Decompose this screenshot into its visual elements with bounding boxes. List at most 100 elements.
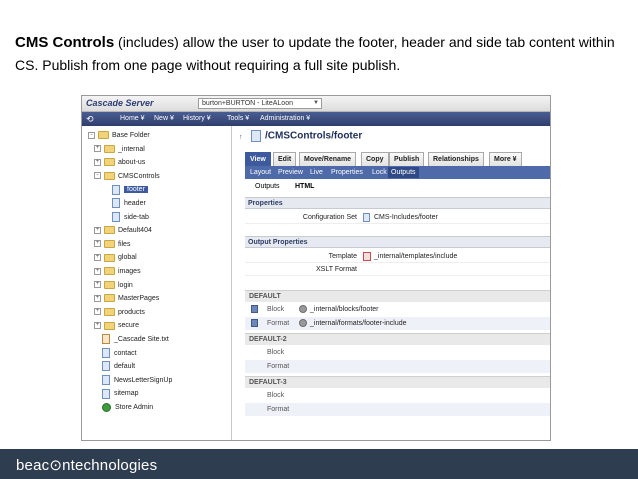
tree-item-label: images xyxy=(118,268,141,275)
block-icon xyxy=(251,303,258,316)
region-default-block: Block _internal/blocks/footer xyxy=(245,303,550,316)
tree-item[interactable]: + login xyxy=(94,280,133,292)
tab-more[interactable]: More ¥ xyxy=(489,152,522,166)
format-value-wrap[interactable]: _internal/formats/footer-include xyxy=(299,317,407,330)
format-icon xyxy=(251,317,258,330)
region-default3-format[interactable]: Format xyxy=(245,403,550,416)
tree-item[interactable]: footer xyxy=(112,184,148,196)
tree-item[interactable]: + _internal xyxy=(94,144,145,156)
tree-item[interactable]: + images xyxy=(94,266,141,278)
tree-item[interactable]: Store Admin xyxy=(102,402,153,414)
file-icon xyxy=(102,334,110,345)
block-label: Block xyxy=(267,349,285,356)
up-arrow-icon[interactable]: ↑ xyxy=(239,134,249,144)
main-nav: ⟲ Home ¥ New ¥ History ¥ Tools ¥ Adminis… xyxy=(82,112,550,126)
footer-bar: beac⊙ntechnologies xyxy=(0,449,638,479)
tree-item[interactable]: sitemap xyxy=(102,388,139,400)
subtab-preview[interactable]: Preview xyxy=(275,167,306,178)
nav-new[interactable]: New ¥ xyxy=(154,114,174,124)
region-default3-block[interactable]: Block xyxy=(245,389,550,402)
subtab-outputs[interactable]: Outputs xyxy=(388,167,419,178)
block-value-wrap[interactable]: _internal/blocks/footer xyxy=(299,303,378,316)
tab-relationships[interactable]: Relationships xyxy=(428,152,484,166)
tab-edit[interactable]: Edit xyxy=(273,152,297,166)
template-value-wrap[interactable]: _internal/templates/include xyxy=(363,251,457,263)
expand-icon[interactable]: + xyxy=(94,281,101,289)
tree-item[interactable]: + secure xyxy=(94,320,139,332)
expand-icon[interactable]: + xyxy=(94,322,101,330)
subtab-properties[interactable]: Properties xyxy=(328,167,366,178)
template-label: Template xyxy=(328,253,357,260)
tree-item-label: _Cascade Site.txt xyxy=(114,336,169,343)
tree-item[interactable]: _Cascade Site.txt xyxy=(102,334,169,346)
tree-item-label: files xyxy=(118,240,131,248)
tree-item[interactable]: - CMSControls xyxy=(94,171,160,183)
page-icon xyxy=(112,198,120,209)
tree-item[interactable]: default xyxy=(102,361,135,373)
page-icon xyxy=(112,184,120,195)
expand-icon[interactable]: + xyxy=(94,308,101,316)
tree-item[interactable]: header xyxy=(112,198,146,210)
cms-screenshot: Cascade Server burton+BURTON - LiteALoon… xyxy=(81,95,551,441)
expand-icon[interactable]: + xyxy=(94,294,101,302)
tree-item[interactable]: + global xyxy=(94,252,137,264)
region-default2-header: DEFAULT-2 xyxy=(245,333,550,345)
tree-item[interactable]: + files xyxy=(94,239,130,251)
tree-item[interactable]: contact xyxy=(102,347,137,360)
asset-path: ↑ /CMSControls/footer xyxy=(239,130,362,144)
tree-item-label: side-tab xyxy=(124,213,149,221)
xslt-row: XSLT Format xyxy=(245,264,550,276)
nav-home[interactable]: Home ¥ xyxy=(120,114,145,124)
beacon-technologies-logo: beac⊙ntechnologies xyxy=(16,457,158,474)
tree-item[interactable]: + Default404 xyxy=(94,225,152,237)
expand-icon[interactable]: + xyxy=(94,240,101,248)
tab-publish[interactable]: Publish xyxy=(389,152,425,166)
format-label: Format xyxy=(267,363,290,370)
tree-item[interactable]: NewsLetterSignUp xyxy=(102,374,172,387)
slide-heading: CMS Controls (includes) allow the user t… xyxy=(15,31,625,76)
nav-administration[interactable]: Administration ¥ xyxy=(260,114,310,124)
subtab-live[interactable]: Live xyxy=(307,167,326,178)
tree-item-label: Default404 xyxy=(118,227,152,235)
asset-path-text: /CMSControls/footer xyxy=(265,130,363,142)
view-subtabs: Layout Preview Live Properties Lock Outp… xyxy=(245,166,550,179)
tab-copy[interactable]: Copy xyxy=(361,152,389,166)
block-label: Block xyxy=(267,306,285,313)
expand-icon[interactable]: + xyxy=(94,158,101,166)
collapse-icon[interactable]: - xyxy=(94,172,101,180)
region-default2-block[interactable]: Block xyxy=(245,346,550,359)
region-default2-format[interactable]: Format xyxy=(245,360,550,373)
format-label: Format xyxy=(267,320,290,327)
folder-tree: - Base Folder + _internal + about-us - CMSContr… xyxy=(82,126,232,440)
tab-view[interactable]: View xyxy=(245,152,271,166)
heading-bold: CMS Controls xyxy=(15,34,115,51)
tab-move-rename[interactable]: Move/Rename xyxy=(299,152,357,166)
tree-item[interactable]: + products xyxy=(94,307,145,319)
format-value: _internal/formats/footer-include xyxy=(310,320,407,327)
expand-icon[interactable]: + xyxy=(94,145,101,153)
site-select[interactable]: burton+BURTON - LiteALoon ▼ xyxy=(198,98,322,109)
outputs-html-link[interactable]: HTML xyxy=(295,179,314,195)
tree-item-label: contact xyxy=(114,349,137,357)
config-set-value-wrap[interactable]: CMS-Includes/footer xyxy=(363,212,438,224)
tree-item[interactable]: - Base Folder xyxy=(88,130,150,142)
tree-item[interactable]: side-tab xyxy=(112,211,149,224)
collapse-icon[interactable]: - xyxy=(88,131,95,139)
region-default-header: DEFAULT xyxy=(245,290,550,302)
tree-item[interactable]: + about-us xyxy=(94,157,145,169)
config-set-row: Configuration Set CMS-Includes/footer xyxy=(245,212,550,224)
subtab-layout[interactable]: Layout xyxy=(247,167,274,178)
subtab-lock[interactable]: Lock xyxy=(369,167,390,178)
tree-item[interactable]: + MasterPages xyxy=(94,293,159,305)
asset-content: ↑ /CMSControls/footer View Edit Move/Rena… xyxy=(233,126,550,440)
nav-tools[interactable]: Tools ¥ xyxy=(227,114,249,124)
cascade-menu-icon[interactable]: ⟲ xyxy=(86,114,100,124)
nav-history[interactable]: History ¥ xyxy=(183,114,211,124)
template-value: _internal/templates/include xyxy=(374,253,458,260)
link-icon xyxy=(299,319,307,328)
expand-icon[interactable]: + xyxy=(94,254,101,262)
expand-icon[interactable]: + xyxy=(94,226,101,234)
expand-icon[interactable]: + xyxy=(94,267,101,275)
format-label: Format xyxy=(267,406,290,413)
config-set-value: CMS-Includes/footer xyxy=(374,214,438,221)
